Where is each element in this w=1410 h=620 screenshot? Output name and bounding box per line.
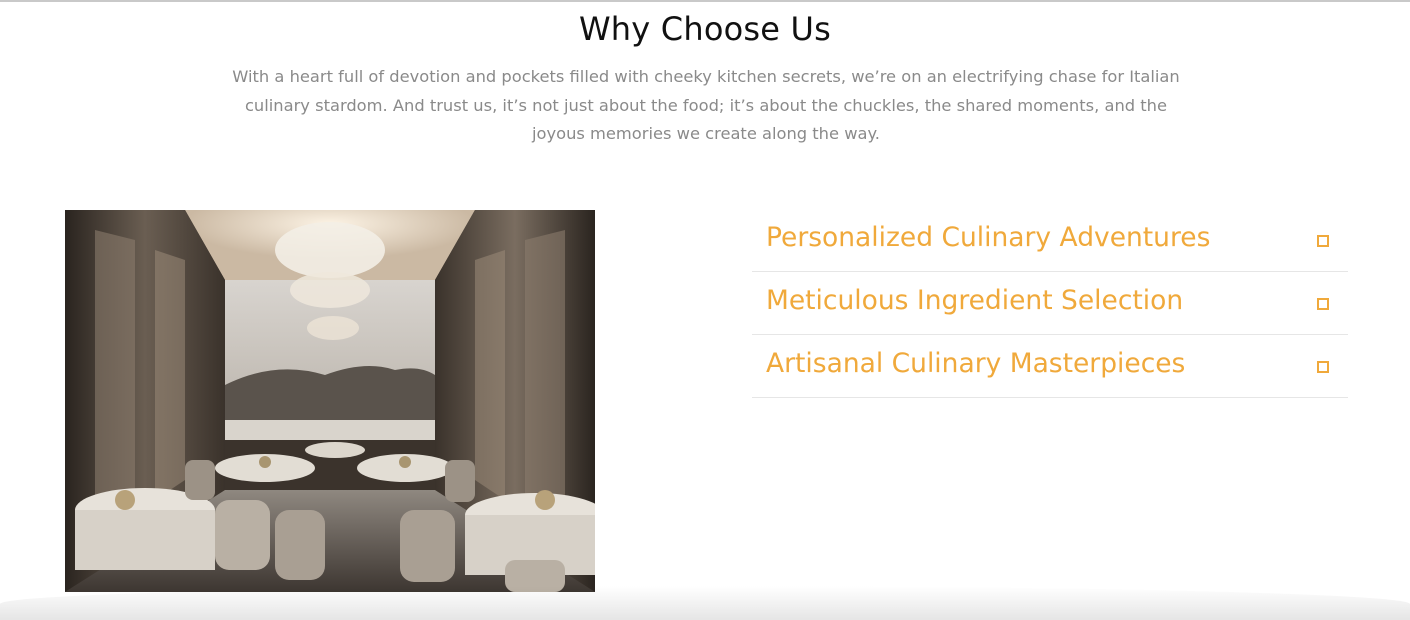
why-choose-us-section: Why Choose Us With a heart full of devot… bbox=[0, 0, 1410, 620]
square-toggle-icon[interactable] bbox=[1317, 361, 1329, 373]
accordion-item-ingredients[interactable]: Meticulous Ingredient Selection bbox=[752, 272, 1348, 335]
section-title: Why Choose Us bbox=[578, 10, 832, 48]
accordion-item-title: Meticulous Ingredient Selection bbox=[766, 285, 1184, 316]
section-bottom-shadow bbox=[0, 586, 1410, 620]
features-accordion: Personalized Culinary Adventures Meticul… bbox=[752, 209, 1348, 398]
accordion-item-title: Personalized Culinary Adventures bbox=[766, 222, 1211, 253]
accordion-item-masterpieces[interactable]: Artisanal Culinary Masterpieces bbox=[752, 335, 1348, 398]
square-toggle-icon[interactable] bbox=[1317, 298, 1329, 310]
accordion-item-title: Artisanal Culinary Masterpieces bbox=[766, 348, 1186, 379]
section-intro: With a heart full of devotion and pocket… bbox=[232, 67, 1180, 144]
accordion-item-personalized[interactable]: Personalized Culinary Adventures bbox=[752, 209, 1348, 272]
top-divider bbox=[0, 0, 1410, 2]
square-toggle-icon[interactable] bbox=[1317, 235, 1329, 247]
restaurant-interior-image bbox=[65, 210, 595, 592]
